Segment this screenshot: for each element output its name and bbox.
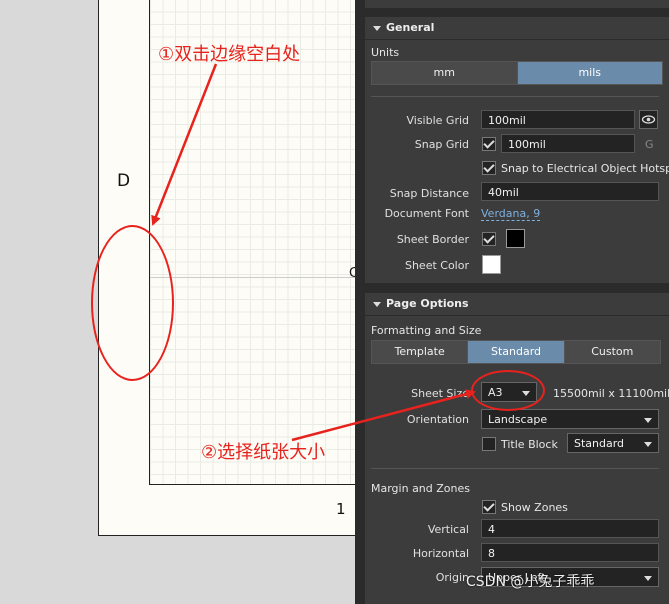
visible-grid-input[interactable]: 100mil [481,110,635,129]
snap-distance-input[interactable]: 40mil [481,182,659,201]
sheet-size-label: Sheet Size [411,387,469,400]
general-section-body: Units mm mils Visible Grid 100mil Snap G… [365,40,669,283]
section-title-general: General [386,21,435,34]
show-zones-checkbox[interactable] [482,500,496,514]
divider [371,468,659,469]
title-block-value: Standard [574,437,625,450]
collapse-triangle-icon[interactable] [373,25,381,31]
units-toggle[interactable]: mm mils [371,61,663,85]
watermark-text: CSDN @小兔子乖乖 [466,574,595,590]
sheet-color-label: Sheet Color [404,259,469,272]
show-zones-label: Show Zones [501,501,568,514]
orientation-label: Orientation [406,413,469,426]
chevron-down-icon [644,442,652,447]
sheet-border-color-swatch[interactable] [506,229,525,248]
document-font-label: Document Font [384,207,469,220]
highlight-ellipse-margin [91,225,174,381]
title-block-checkbox[interactable] [482,437,496,451]
margin-zones-label: Margin and Zones [371,482,470,495]
document-font-link[interactable]: Verdana, 9 [481,207,541,221]
schematic-canvas[interactable]: D C 1 [0,0,355,604]
formatting-size-label: Formatting and Size [371,324,482,337]
sheet-border-label: Sheet Border [396,233,469,246]
units-option-mm[interactable]: mm [372,62,518,84]
snap-electrical-checkbox[interactable] [482,161,496,175]
title-block-label: Title Block [501,438,558,451]
section-title-page-options: Page Options [386,297,469,310]
page-options-section-body: Formatting and Size Template Standard Cu… [365,316,669,604]
snap-distance-label: Snap Distance [389,187,469,200]
sheet-border-checkbox[interactable] [482,232,496,246]
visibility-eye-icon[interactable] [639,110,658,129]
zone-label-letter: D [117,171,131,191]
snap-grid-shortcut: G [645,138,654,151]
highlight-ellipse-sheet-size [471,370,545,411]
origin-label: Origin [435,571,469,584]
schematic-sheet-drawing-area[interactable] [149,0,355,485]
units-option-mils[interactable]: mils [517,62,662,84]
chevron-down-icon [644,576,652,581]
orientation-dropdown[interactable]: Landscape [481,409,659,429]
zone-label-number: 1 [336,500,346,518]
snap-grid-input[interactable]: 100mil [501,134,635,153]
sheet-color-swatch[interactable] [482,255,501,274]
chevron-down-icon [644,418,652,423]
title-block-dropdown[interactable]: Standard [567,433,659,453]
horizontal-label: Horizontal [412,547,469,560]
horizontal-zones-input[interactable]: 8 [481,543,659,562]
tab-template[interactable]: Template [372,341,469,363]
visible-grid-label: Visible Grid [406,114,469,127]
divider [371,96,659,97]
annotation-double-click-margin: ①双击边缘空白处 [158,44,301,65]
zone-divider-line [150,277,355,278]
vertical-label: Vertical [427,523,469,536]
sheet-dimensions-text: 15500mil x 11100mil [553,387,669,400]
panel-top-strip [365,0,669,8]
snap-electrical-label: Snap to Electrical Object Hotsp [501,162,669,175]
tab-custom[interactable]: Custom [565,341,660,363]
snap-grid-checkbox[interactable] [482,137,496,151]
annotation-select-paper-size: ②选择纸张大小 [201,442,326,463]
format-tabs[interactable]: Template Standard Custom [371,340,661,364]
section-header-general[interactable]: General [365,17,669,39]
vertical-zones-input[interactable]: 4 [481,519,659,538]
tab-standard[interactable]: Standard [468,341,565,363]
units-label: Units [371,46,400,59]
section-header-page-options[interactable]: Page Options [365,293,669,315]
collapse-triangle-icon[interactable] [373,301,381,307]
properties-panel: General Units mm mils Visible Grid 100mi… [355,0,669,604]
snap-grid-label: Snap Grid [414,138,469,151]
orientation-value: Landscape [488,413,548,426]
